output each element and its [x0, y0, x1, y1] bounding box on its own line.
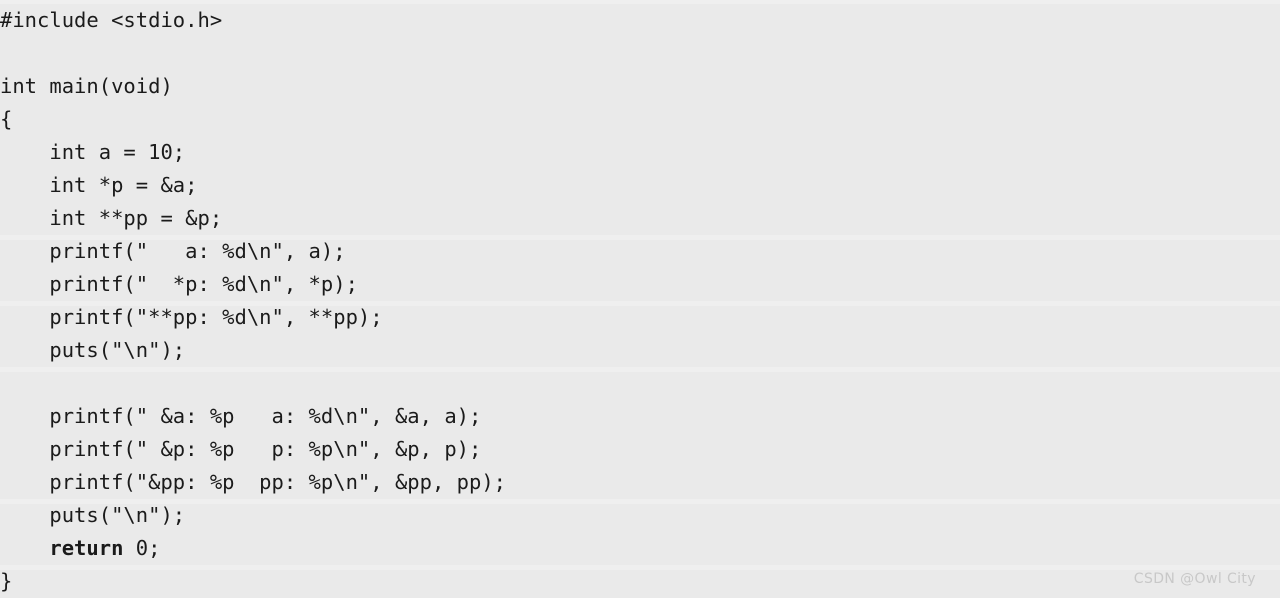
code-line: printf(" &a: %p a: %d\n", &a, a); — [0, 404, 482, 428]
code-snippet-panel: #include <stdio.h> int main(void) { int … — [0, 0, 1280, 595]
return-value: 0; — [123, 536, 161, 560]
code-line: printf("&pp: %p pp: %p\n", &pp, pp); — [0, 470, 507, 494]
code-line: printf(" *p: %d\n", *p); — [0, 272, 358, 296]
code-line: #include <stdio.h> — [0, 8, 223, 32]
code-line-list: #include <stdio.h> int main(void) { int … — [0, 4, 1280, 598]
code-line: } — [0, 569, 13, 593]
code-line: int main(void) — [0, 74, 173, 98]
code-line: printf("**pp: %d\n", **pp); — [0, 305, 383, 329]
code-line: puts("\n"); — [0, 503, 186, 527]
code-line: { — [0, 107, 13, 131]
code-line: int **pp = &p; — [0, 206, 223, 230]
code-line: int a = 10; — [0, 140, 186, 164]
code-line-return: return 0; — [0, 532, 1280, 565]
code-line: puts("\n"); — [0, 338, 186, 362]
code-line: printf(" &p: %p p: %p\n", &p, p); — [0, 437, 482, 461]
code-line: printf(" a: %d\n", a); — [0, 239, 346, 263]
keyword-return: return — [0, 536, 124, 560]
code-line: int *p = &a; — [0, 173, 198, 197]
watermark: CSDN @Owl City — [1133, 571, 1256, 587]
